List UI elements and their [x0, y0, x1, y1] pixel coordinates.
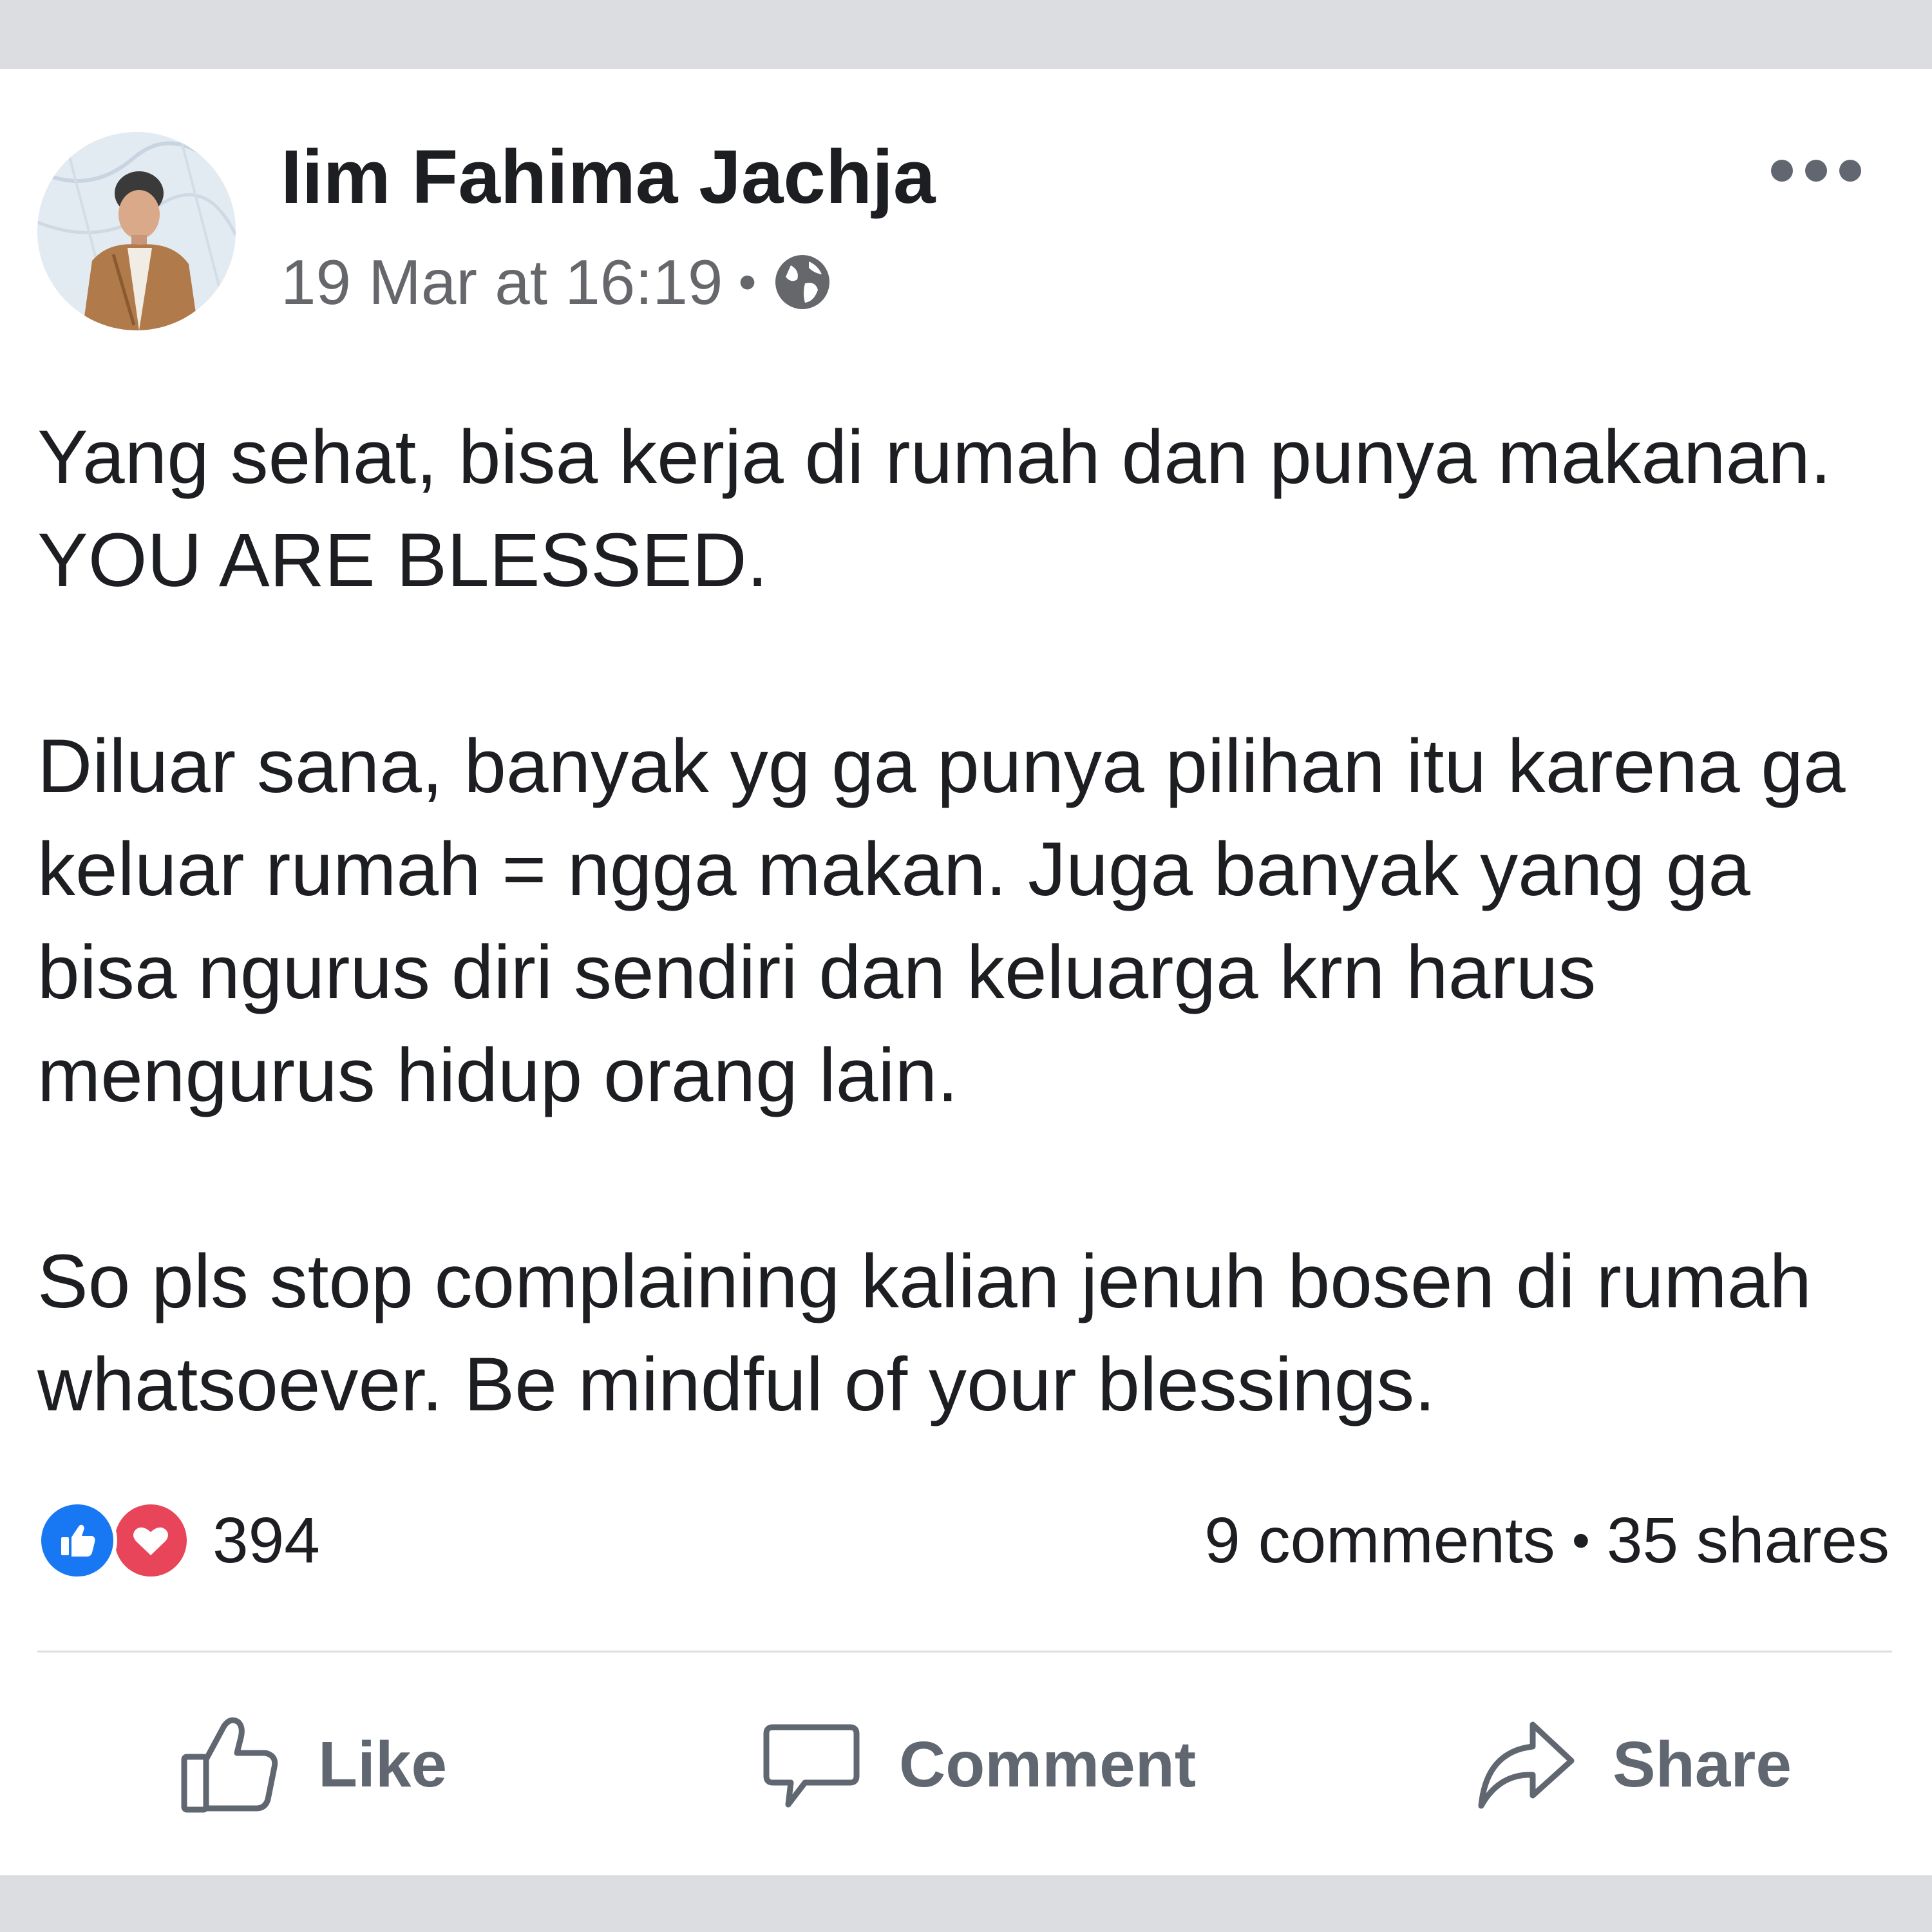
page: Iim Fahima Jachja 19 Mar at 16:19 • Yang… — [0, 0, 1932, 1932]
thumbs-up-icon — [181, 1717, 278, 1813]
reactions-summary[interactable]: 394 — [37, 1501, 320, 1580]
more-dot — [1771, 160, 1793, 182]
comment-label: Comment — [899, 1728, 1197, 1801]
post-timestamp[interactable]: 19 Mar at 16:19 — [281, 243, 723, 321]
top-background-band — [0, 0, 1932, 68]
reaction-count: 394 — [213, 1504, 320, 1577]
bottom-background-band — [0, 1875, 1932, 1932]
avatar[interactable] — [37, 132, 236, 330]
post-paragraph: Yang sehat, bisa kerja di rumah dan puny… — [37, 415, 1832, 603]
divider — [37, 1651, 1892, 1653]
share-label: Share — [1613, 1728, 1792, 1801]
globe-icon — [772, 251, 833, 313]
love-reaction-icon — [111, 1501, 191, 1580]
share-arrow-icon — [1478, 1721, 1575, 1809]
like-reaction-icon — [37, 1501, 117, 1580]
author-name[interactable]: Iim Fahima Jachja — [281, 132, 936, 222]
share-button[interactable]: Share — [1473, 1700, 1792, 1829]
post-body: Yang sehat, bisa kerja di rumah dan puny… — [37, 406, 1892, 1436]
comments-count[interactable]: 9 comments — [1204, 1501, 1555, 1580]
avatar-photo — [37, 132, 236, 330]
meta-separator: • — [738, 253, 757, 310]
stats-separator: • — [1571, 1511, 1590, 1569]
comment-button[interactable]: Comment — [760, 1700, 1196, 1829]
more-dot — [1805, 160, 1827, 182]
post-meta: 19 Mar at 16:19 • — [281, 243, 833, 321]
post-stats: 9 comments • 35 shares — [1204, 1501, 1889, 1580]
like-button[interactable]: Like — [179, 1700, 447, 1829]
like-label: Like — [318, 1728, 448, 1801]
action-bar: Like Comment Share — [0, 1700, 1932, 1829]
post-paragraph: Diluar sana, banyak yg ga punya pilihan … — [37, 724, 1846, 1118]
more-dot — [1839, 160, 1861, 182]
post-paragraph: So pls stop complaining kalian jenuh bos… — [37, 1239, 1812, 1427]
more-options-icon[interactable] — [1771, 145, 1861, 196]
comment-bubble-icon — [763, 1724, 860, 1808]
shares-count[interactable]: 35 shares — [1607, 1501, 1889, 1580]
